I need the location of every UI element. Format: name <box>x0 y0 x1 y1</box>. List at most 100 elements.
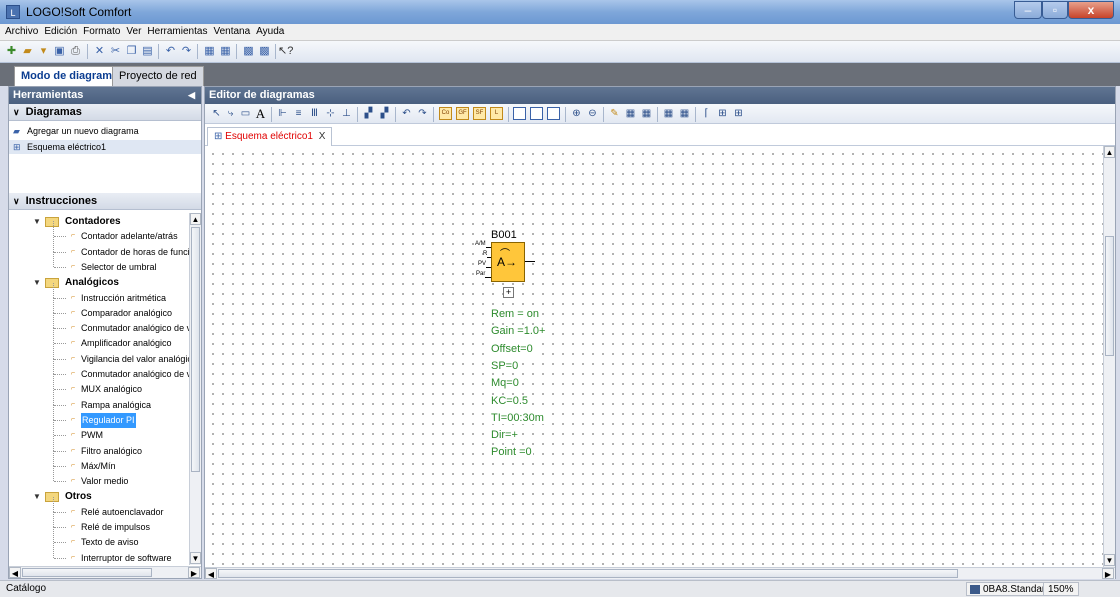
tree-item[interactable]: ⌐ PWM <box>9 420 189 443</box>
minimize-button[interactable]: – <box>1014 1 1042 19</box>
window-icon[interactable]: ⌈ <box>699 106 714 121</box>
tree-vertical-scrollbar[interactable]: ▲ ▼ <box>189 213 201 565</box>
simulation-icon[interactable]: ▩ <box>241 44 256 59</box>
compare-icon[interactable]: ▦ <box>677 106 692 121</box>
special-functions-icon[interactable]: SF <box>473 107 486 120</box>
text-tool-icon[interactable]: A <box>253 106 268 121</box>
tree-group[interactable]: ▼ Analógicos <box>9 275 189 290</box>
tree-item[interactable]: ⌐ Contador adelante/atrás <box>9 221 189 244</box>
scroll-thumb[interactable] <box>191 227 200 472</box>
menu-herramientas[interactable]: Herramientas <box>144 24 210 37</box>
scroll-thumb[interactable] <box>1105 236 1114 356</box>
menu-formato[interactable]: Formato <box>80 24 123 37</box>
close-tab-icon[interactable]: X <box>319 131 326 142</box>
pen-icon[interactable]: ✎ <box>607 106 622 121</box>
tree-item[interactable]: ⌐ Contador de horas de funcior <box>9 236 189 260</box>
delete-icon[interactable]: ✕ <box>92 44 107 59</box>
convert-icon[interactable]: ▦ <box>661 106 676 121</box>
tab-esquema-electrico[interactable]: ⊞ Esquema eléctrico1 X <box>207 127 333 146</box>
join-connection-icon[interactable]: ▞ <box>377 106 392 121</box>
menu-ventana[interactable]: Ventana <box>210 24 253 37</box>
diagram-item-esquema[interactable]: ⊞ Esquema eléctrico1 <box>9 140 201 154</box>
menu-archivo[interactable]: Archivo <box>0 24 41 37</box>
basic-functions-icon[interactable]: GF <box>456 107 469 120</box>
network-icon[interactable]: ▦ <box>623 106 638 121</box>
copy-icon[interactable]: ❐ <box>124 44 139 59</box>
expand-all-icon[interactable]: ⊞ <box>715 106 730 121</box>
multi-page-icon[interactable] <box>547 107 560 120</box>
context-help-icon[interactable]: ↖? <box>278 44 293 59</box>
open-folder-icon[interactable]: ▰ <box>20 44 35 59</box>
scroll-left-icon[interactable]: ◀ <box>205 568 217 579</box>
tree-item[interactable]: ⌐ Conmutador analógico de val <box>9 359 189 382</box>
scroll-right-icon[interactable]: ▶ <box>1102 568 1114 579</box>
tree-item[interactable]: ⌐ Instrucción aritmética <box>9 282 189 306</box>
collapse-all-icon[interactable]: ⊞ <box>731 106 746 121</box>
expand-arrow-icon[interactable]: ▼ <box>33 275 41 290</box>
transfer-from-logo-icon[interactable]: ▦ <box>218 44 233 59</box>
tree-item[interactable]: ⌐ Valor medio <box>9 466 189 489</box>
tree-item[interactable]: ⌐ Vigilancia del valor analógico <box>9 343 189 367</box>
tree-item[interactable]: ⌐ Interruptor de software <box>9 542 189 565</box>
diagrams-section-header[interactable]: ∨ Diagramas <box>9 104 201 121</box>
new-file-icon[interactable]: ✚ <box>4 44 19 59</box>
expand-arrow-icon[interactable]: ▼ <box>33 489 41 504</box>
add-new-diagram-item[interactable]: ▰ Agregar un nuevo diagrama <box>9 124 201 138</box>
zoom-out-icon[interactable]: ⊖ <box>585 106 600 121</box>
maximize-button[interactable]: ▫ <box>1042 1 1068 19</box>
menu-ayuda[interactable]: Ayuda <box>253 24 287 37</box>
canvas-vertical-scrollbar[interactable]: ▲ ▼ <box>1103 146 1115 567</box>
print-icon[interactable]: ⎙ <box>68 44 83 59</box>
tree-item[interactable]: ⌐ Comparador analógico <box>9 297 189 321</box>
scroll-right-icon[interactable]: ▶ <box>188 567 200 578</box>
tree-item[interactable]: ⌐ Máx/Mín <box>9 450 189 474</box>
zoom-in-icon[interactable]: ⊕ <box>569 106 584 121</box>
tree-horizontal-scrollbar[interactable]: ◀ ▶ <box>9 566 201 578</box>
expand-arrow-icon[interactable]: ▼ <box>33 214 41 229</box>
tree-item[interactable]: ⌐ Filtro analógico <box>9 435 189 459</box>
collapse-left-icon[interactable]: ◀ <box>188 87 195 104</box>
instructions-section-header[interactable]: ∨ Instrucciones <box>9 193 201 210</box>
align-middle-icon[interactable]: ⊹ <box>323 106 338 121</box>
redo-icon[interactable]: ↷ <box>179 44 194 59</box>
ladder-icon[interactable]: L <box>490 107 503 120</box>
undo-icon[interactable]: ↶ <box>163 44 178 59</box>
tree-item[interactable]: ⌐ Rampa analógica <box>9 389 189 413</box>
tree-item[interactable]: ⌐ Selector de umbral <box>9 251 189 275</box>
split-connection-icon[interactable]: ▞ <box>361 106 376 121</box>
tree-item[interactable]: ⌐ Texto de aviso <box>9 527 189 550</box>
tab-diagram-mode[interactable]: Modo de diagrama <box>14 66 126 86</box>
tree-group[interactable]: ▼ Contadores <box>9 214 189 229</box>
constants-icon[interactable]: Co <box>439 107 452 120</box>
diagram-canvas[interactable]: B001 A/M R PV Par ⌒ A→ + Rem = on Gain =1… <box>205 146 1103 567</box>
constants-tool-icon[interactable]: ▭ <box>238 106 253 121</box>
scroll-left-icon[interactable]: ◀ <box>9 567 21 578</box>
tree-group[interactable]: ▼ Otros <box>9 489 189 504</box>
online-test-icon[interactable]: ▩ <box>257 44 272 59</box>
tree-item[interactable]: ⌐ MUX analógico <box>9 374 189 397</box>
align-top-icon[interactable]: Ⅲ <box>307 106 322 121</box>
scroll-up-icon[interactable]: ▲ <box>1104 146 1115 158</box>
editor-undo-icon[interactable]: ↶ <box>399 106 414 121</box>
align-bottom-icon[interactable]: ⊥ <box>339 106 354 121</box>
open-dropdown-icon[interactable]: ▾ <box>36 44 51 59</box>
connect-tool-icon[interactable]: ⤷ <box>223 106 238 121</box>
scroll-down-icon[interactable]: ▼ <box>1104 554 1115 566</box>
tree-item[interactable]: ⌐ Relé de impulsos <box>9 512 189 535</box>
block-numbers-icon[interactable]: ▦ <box>639 106 654 121</box>
transfer-to-logo-icon[interactable]: ▦ <box>202 44 217 59</box>
output-connector[interactable] <box>525 261 535 262</box>
single-page-icon[interactable] <box>513 107 526 120</box>
tree-item[interactable]: ⌐ Amplificador analógico <box>9 328 189 351</box>
align-left-icon[interactable]: ⊩ <box>275 106 290 121</box>
menu-ver[interactable]: Ver <box>123 24 144 37</box>
align-center-icon[interactable]: ≡ <box>291 106 306 121</box>
pi-controller-block[interactable]: ⌒ A→ <box>491 242 525 282</box>
tab-network-project[interactable]: Proyecto de red <box>112 66 204 86</box>
save-icon[interactable]: ▣ <box>52 44 67 59</box>
canvas-horizontal-scrollbar[interactable]: ◀ ▶ <box>205 567 1115 579</box>
two-page-icon[interactable] <box>530 107 543 120</box>
scroll-down-icon[interactable]: ▼ <box>190 552 201 564</box>
scroll-thumb[interactable] <box>218 569 958 578</box>
expand-params-icon[interactable]: + <box>503 287 514 298</box>
